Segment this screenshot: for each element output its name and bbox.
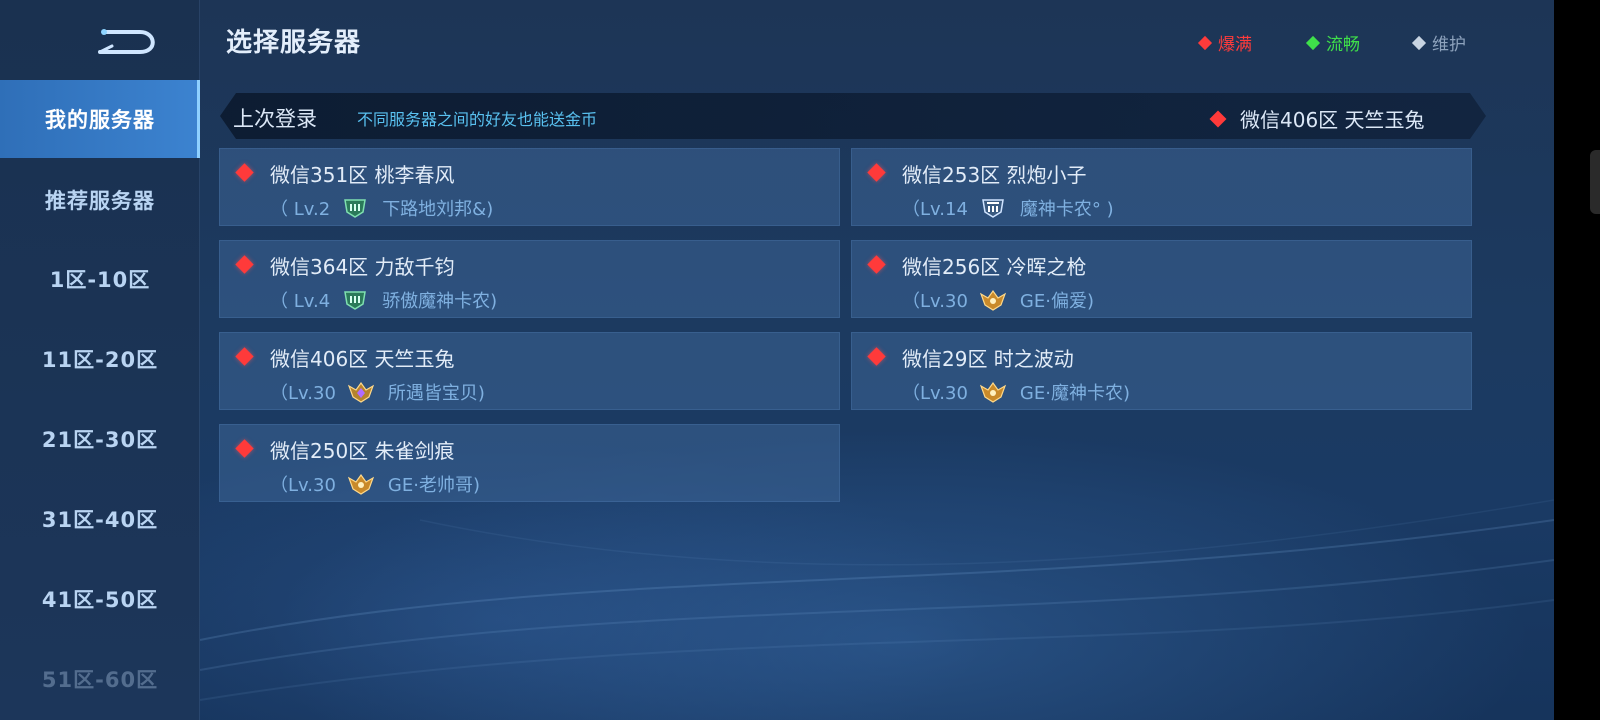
character-level: （Lv.30 xyxy=(270,475,336,496)
server-card[interactable]: 微信406区 天竺玉兔 （Lv.30 所遇皆宝贝) xyxy=(219,332,840,410)
diamond-rank-icon xyxy=(347,381,374,403)
server-character-info: （Lv.14 魔神卡农° ) xyxy=(902,195,1114,221)
server-card[interactable]: 微信253区 烈炮小子 （Lv.14 魔神卡农° ) xyxy=(851,148,1472,226)
status-diamond-icon xyxy=(867,255,886,274)
sidebar-item-my-servers[interactable]: 我的服务器 xyxy=(0,80,200,158)
character-name: GE·魔神卡农) xyxy=(1019,383,1130,404)
character-name: GE·老帅哥) xyxy=(387,475,480,496)
legend-smooth: 流畅 xyxy=(1305,30,1360,55)
server-name: 微信256区 冷晖之枪 xyxy=(902,255,1087,279)
sidebar-item-recommended[interactable]: 推荐服务器 xyxy=(0,161,200,239)
character-level: （Lv.30 xyxy=(902,291,968,312)
status-diamond-icon xyxy=(1197,35,1213,50)
legend-label: 维护 xyxy=(1432,35,1466,55)
status-diamond-icon xyxy=(867,163,886,182)
status-diamond-icon xyxy=(1411,35,1427,50)
character-name: 骄傲魔神卡农) xyxy=(382,291,498,312)
server-name: 微信406区 天竺玉兔 xyxy=(270,347,455,371)
server-character-info: （Lv.30 GE·偏爱) xyxy=(902,287,1094,313)
status-diamond-icon xyxy=(867,347,886,366)
status-diamond-icon xyxy=(1305,35,1321,50)
status-diamond-icon xyxy=(1209,110,1227,127)
device-side-button xyxy=(1590,150,1600,214)
status-diamond-icon xyxy=(235,347,254,366)
gold-rank-icon xyxy=(347,473,374,495)
bronze-rank-icon xyxy=(344,199,367,218)
legend-full: 爆满 xyxy=(1197,30,1252,55)
server-category-sidebar: 我的服务器 推荐服务器 1区-10区 11区-20区 21区-30区 31区-4… xyxy=(0,0,200,720)
last-login-server-name: 微信406区 天竺玉兔 xyxy=(1240,108,1425,132)
server-select-screen: 我的服务器 推荐服务器 1区-10区 11区-20区 21区-30区 31区-4… xyxy=(0,0,1554,720)
status-diamond-icon xyxy=(235,255,254,274)
server-name: 微信29区 时之波动 xyxy=(902,347,1074,371)
server-name: 微信364区 力敌千钧 xyxy=(270,255,455,279)
server-character-info: （Lv.30 GE·魔神卡农) xyxy=(902,379,1130,405)
gold-rank-icon xyxy=(979,381,1006,403)
sidebar-item-zone-11-20[interactable]: 11区-20区 xyxy=(0,320,200,398)
silver-rank-icon xyxy=(982,199,1004,218)
sidebar-item-zone-31-40[interactable]: 31区-40区 xyxy=(0,480,200,558)
server-card[interactable]: 微信256区 冷晖之枪 （Lv.30 GE·偏爱) xyxy=(851,240,1472,318)
character-level: （Lv.30 xyxy=(902,383,968,404)
last-login-server[interactable]: 微信406区 天竺玉兔 xyxy=(1209,104,1425,133)
character-name: 下路地刘邦&) xyxy=(382,199,494,220)
server-name: 微信250区 朱雀剑痕 xyxy=(270,439,455,463)
gold-rank-icon xyxy=(979,289,1006,311)
sidebar-item-zone-1-10[interactable]: 1区-10区 xyxy=(0,240,200,318)
character-level: （Lv.30 xyxy=(270,383,336,404)
status-diamond-icon xyxy=(235,439,254,458)
server-character-info: （Lv.30 所遇皆宝贝) xyxy=(270,379,485,405)
device-bezel xyxy=(1554,0,1600,720)
character-name: GE·偏爱) xyxy=(1019,291,1094,312)
back-arrow-icon[interactable] xyxy=(96,22,164,58)
bronze-rank-icon xyxy=(344,291,367,310)
server-card[interactable]: 微信250区 朱雀剑痕 （Lv.30 GE·老帅哥) xyxy=(219,424,840,502)
sidebar-item-zone-41-50[interactable]: 41区-50区 xyxy=(0,560,200,638)
page-title: 选择服务器 xyxy=(226,28,362,58)
character-level: （ Lv.4 xyxy=(270,291,331,312)
status-diamond-icon xyxy=(235,163,254,182)
sidebar-item-zone-21-30[interactable]: 21区-30区 xyxy=(0,400,200,478)
server-character-info: （ Lv.4 骄傲魔神卡农) xyxy=(270,287,497,313)
character-name: 魔神卡农° ) xyxy=(1019,199,1114,220)
last-login-tip: 不同服务器之间的好友也能送金币 xyxy=(357,110,598,129)
legend-maintenance: 维护 xyxy=(1411,30,1466,55)
character-level: （Lv.14 xyxy=(902,199,968,220)
legend-label: 爆满 xyxy=(1218,35,1252,55)
character-name: 所遇皆宝贝) xyxy=(387,383,485,404)
server-character-info: （Lv.30 GE·老帅哥) xyxy=(270,471,480,497)
server-card[interactable]: 微信351区 桃李春风 （ Lv.2 下路地刘邦&) xyxy=(219,148,840,226)
server-name: 微信351区 桃李春风 xyxy=(270,163,455,187)
last-login-label: 上次登录 xyxy=(233,107,317,131)
character-level: （ Lv.2 xyxy=(270,199,331,220)
server-character-info: （ Lv.2 下路地刘邦&) xyxy=(270,195,493,221)
legend-label: 流畅 xyxy=(1326,35,1360,55)
server-card[interactable]: 微信364区 力敌千钧 （ Lv.4 骄傲魔神卡农) xyxy=(219,240,840,318)
server-card[interactable]: 微信29区 时之波动 （Lv.30 GE·魔神卡农) xyxy=(851,332,1472,410)
sidebar-item-zone-51-60[interactable]: 51区-60区 xyxy=(0,640,200,718)
server-name: 微信253区 烈炮小子 xyxy=(902,163,1087,187)
